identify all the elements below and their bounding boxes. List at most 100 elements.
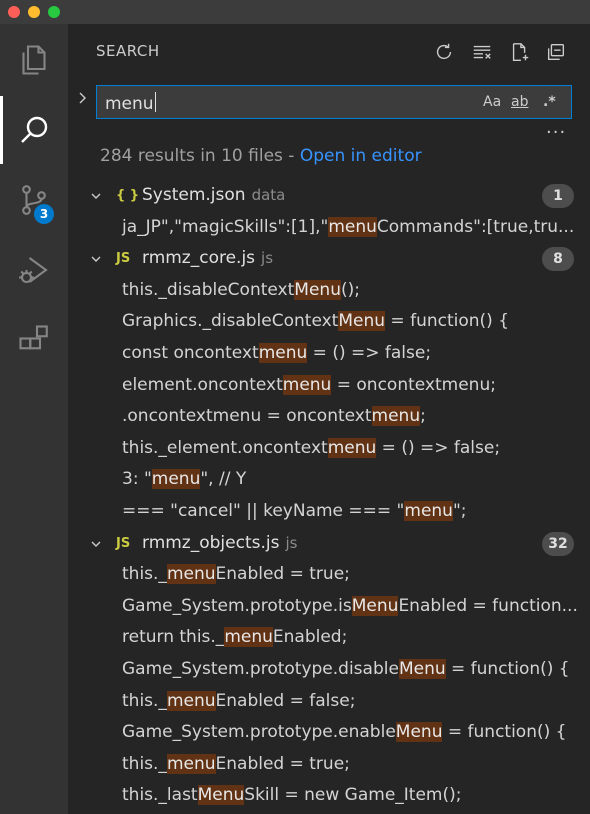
match-after-text: Skill = new Game_Item(); [244, 785, 462, 806]
search-input[interactable]: menu Aa ab .* [96, 85, 572, 119]
match-before-text: Game_System.prototype.disable [122, 658, 399, 679]
match-before-text: element.oncontext [122, 374, 283, 395]
clear-results-icon [473, 45, 491, 59]
match-after-text: (); [340, 279, 360, 300]
match-count-badge: 32 [542, 531, 574, 556]
extensions-icon [19, 325, 48, 350]
toggle-replace-icon[interactable] [74, 90, 90, 106]
file-group-row[interactable]: JS rmmz_core.js js 8 [68, 243, 590, 275]
more-actions-icon[interactable]: ··· [546, 122, 566, 143]
match-before-text: this._ [122, 753, 167, 774]
collapse-all-icon [547, 43, 565, 61]
match-before-text: this._disableContext [122, 279, 295, 300]
match-before-text: === "cancel" || keyName === " [122, 500, 405, 521]
match-row[interactable]: 3: "menu", // Y [68, 464, 590, 496]
match-highlight: menu [224, 627, 273, 648]
new-search-editor-icon [512, 43, 529, 61]
match-before-text: ja_JP","magicSkills":[1]," [122, 216, 329, 237]
chevron-down-icon[interactable] [90, 538, 102, 550]
match-highlight: menu [166, 753, 216, 774]
match-highlight: Menu [395, 722, 443, 743]
match-before-text: Game_System.prototype.enable [122, 722, 396, 743]
clear-results-button[interactable] [470, 40, 494, 64]
minimize-window-button[interactable] [28, 6, 40, 18]
extensions-button[interactable] [0, 306, 68, 374]
match-row[interactable]: this._element.oncontextmenu = () => fals… [68, 433, 590, 465]
match-after-text: Enabled = false; [215, 690, 356, 711]
match-row[interactable]: ja_JP","magicSkills":[1],"menuCommands":… [68, 212, 590, 244]
new-search-editor-button[interactable] [508, 40, 532, 64]
match-before-text: .oncontextmenu = oncontext [122, 406, 372, 427]
match-row[interactable]: this._lastMenuSkill = new Game_Item(); [68, 780, 590, 812]
match-highlight: menu [258, 342, 308, 363]
match-case-toggle[interactable]: Aa [483, 91, 501, 113]
files-icon [22, 45, 46, 75]
results-summary-text: 284 results in 10 files - [100, 146, 300, 166]
match-before-text: this._last [122, 785, 198, 806]
file-type-icon: JS [116, 535, 131, 551]
match-row[interactable]: const oncontextmenu = () => false; [68, 338, 590, 370]
title-bar [0, 0, 590, 24]
match-after-text: = () => false; [307, 342, 432, 363]
file-directory: js [261, 249, 274, 268]
match-after-text: ", // Y [200, 469, 247, 490]
match-highlight: Menu [294, 279, 341, 300]
file-group-row[interactable]: JS rmmz_objects.js js 32 [68, 528, 590, 560]
match-before-text: this._element.oncontext [122, 437, 328, 458]
match-row[interactable]: Game_System.prototype.enableMenu = funct… [68, 717, 590, 749]
activity-bar: 3 [0, 24, 68, 814]
match-row[interactable]: Game_System.prototype.disableMenu = func… [68, 654, 590, 686]
regex-toggle[interactable]: .* [543, 91, 556, 113]
search-panel: SEARCH menu Aa ab .* ··· 284 results in … [68, 24, 590, 814]
file-type-icon: JS [116, 251, 131, 267]
match-after-text: = function() { [442, 722, 567, 743]
source-control-button[interactable]: 3 [0, 166, 68, 234]
search-icon [21, 116, 48, 143]
match-before-text: return this._ [122, 627, 225, 648]
file-group-row[interactable]: { } System.json data 1 [68, 180, 590, 212]
collapse-all-button[interactable] [544, 40, 568, 64]
results-tree: { } System.json data 1 ja_JP","magicSkills":… [68, 180, 590, 812]
source-control-badge: 3 [34, 204, 54, 224]
refresh-icon [436, 43, 452, 60]
match-count-badge: 1 [542, 184, 574, 208]
whole-word-toggle[interactable]: ab [511, 91, 528, 113]
match-before-text: this._ [122, 690, 167, 711]
panel-title: SEARCH [96, 42, 160, 60]
match-row[interactable]: Game_System.prototype.isMenuEnabled = fu… [68, 591, 590, 623]
match-row[interactable]: element.oncontextmenu = oncontextmenu; [68, 370, 590, 402]
match-row[interactable]: .oncontextmenu = oncontextmenu; [68, 401, 590, 433]
results-summary: 284 results in 10 files - Open in editor [100, 146, 422, 166]
match-row[interactable]: === "cancel" || keyName === "menu"; [68, 496, 590, 528]
match-after-text: = function() { [445, 658, 570, 679]
match-after-text: Enabled = function... [398, 595, 578, 616]
match-before-text: Graphics._disableContext [122, 311, 339, 332]
search-query: menu [105, 94, 154, 114]
match-highlight: Menu [197, 785, 245, 806]
close-window-button[interactable] [8, 6, 20, 18]
match-highlight: menu [282, 374, 332, 395]
match-highlight: menu [151, 469, 201, 490]
match-highlight: Menu [338, 311, 386, 332]
match-count-badge: 8 [542, 247, 574, 272]
match-highlight: menu [371, 406, 421, 427]
refresh-button[interactable] [432, 40, 456, 64]
run-debug-button[interactable] [0, 236, 68, 304]
match-after-text: "; [452, 500, 467, 521]
chevron-down-icon[interactable] [90, 190, 102, 202]
match-row[interactable]: this._disableContextMenu(); [68, 275, 590, 307]
match-highlight: menu [166, 564, 216, 585]
match-row[interactable]: this._menuEnabled = false; [68, 686, 590, 718]
match-row[interactable]: Graphics._disableContextMenu = function(… [68, 306, 590, 338]
explorer-button[interactable] [0, 26, 68, 94]
maximize-window-button[interactable] [48, 6, 60, 18]
match-after-text: = function() { [385, 311, 510, 332]
match-row[interactable]: this._menuEnabled = true; [68, 559, 590, 591]
match-row[interactable]: return this._menuEnabled; [68, 622, 590, 654]
match-row[interactable]: this._menuEnabled = true; [68, 749, 590, 781]
search-view-button[interactable] [0, 96, 68, 164]
chevron-down-icon[interactable] [90, 253, 102, 265]
open-in-editor-link[interactable]: Open in editor [300, 146, 422, 166]
match-highlight: menu [327, 437, 377, 458]
match-highlight: menu [328, 216, 377, 237]
